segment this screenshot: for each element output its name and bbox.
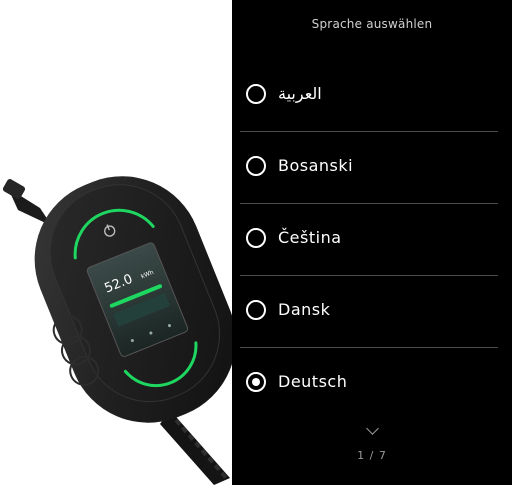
language-label: Čeština bbox=[278, 228, 342, 247]
language-option-bosanski[interactable]: Bosanski bbox=[232, 132, 512, 204]
language-option-deutsch[interactable]: Deutsch bbox=[232, 348, 512, 420]
radio-button[interactable] bbox=[246, 228, 266, 248]
radio-button[interactable] bbox=[246, 156, 266, 176]
language-option-dansk[interactable]: Dansk bbox=[232, 276, 512, 348]
page-indicator: 1 / 7 bbox=[357, 449, 387, 462]
language-label: Bosanski bbox=[278, 156, 354, 175]
radio-dot bbox=[252, 378, 260, 386]
language-selection-screen: Sprache auswählen العربية Bosanski Češti… bbox=[232, 0, 512, 485]
language-option-arabic[interactable]: العربية bbox=[232, 60, 512, 132]
radio-button[interactable] bbox=[246, 84, 266, 104]
radio-button-selected[interactable] bbox=[246, 372, 266, 392]
language-label: Deutsch bbox=[278, 372, 348, 391]
language-option-cestina[interactable]: Čeština bbox=[232, 204, 512, 276]
screen-title: Sprache auswählen bbox=[311, 17, 433, 31]
chevron-down-icon[interactable] bbox=[365, 422, 379, 435]
charger-product-image: 52.0 kWh bbox=[0, 0, 232, 485]
radio-button[interactable] bbox=[246, 300, 266, 320]
language-label: العربية bbox=[278, 84, 322, 103]
language-label: Dansk bbox=[278, 300, 331, 319]
pager: 1 / 7 bbox=[232, 418, 512, 462]
cable-bottom bbox=[160, 410, 230, 485]
cable-top bbox=[2, 179, 52, 226]
